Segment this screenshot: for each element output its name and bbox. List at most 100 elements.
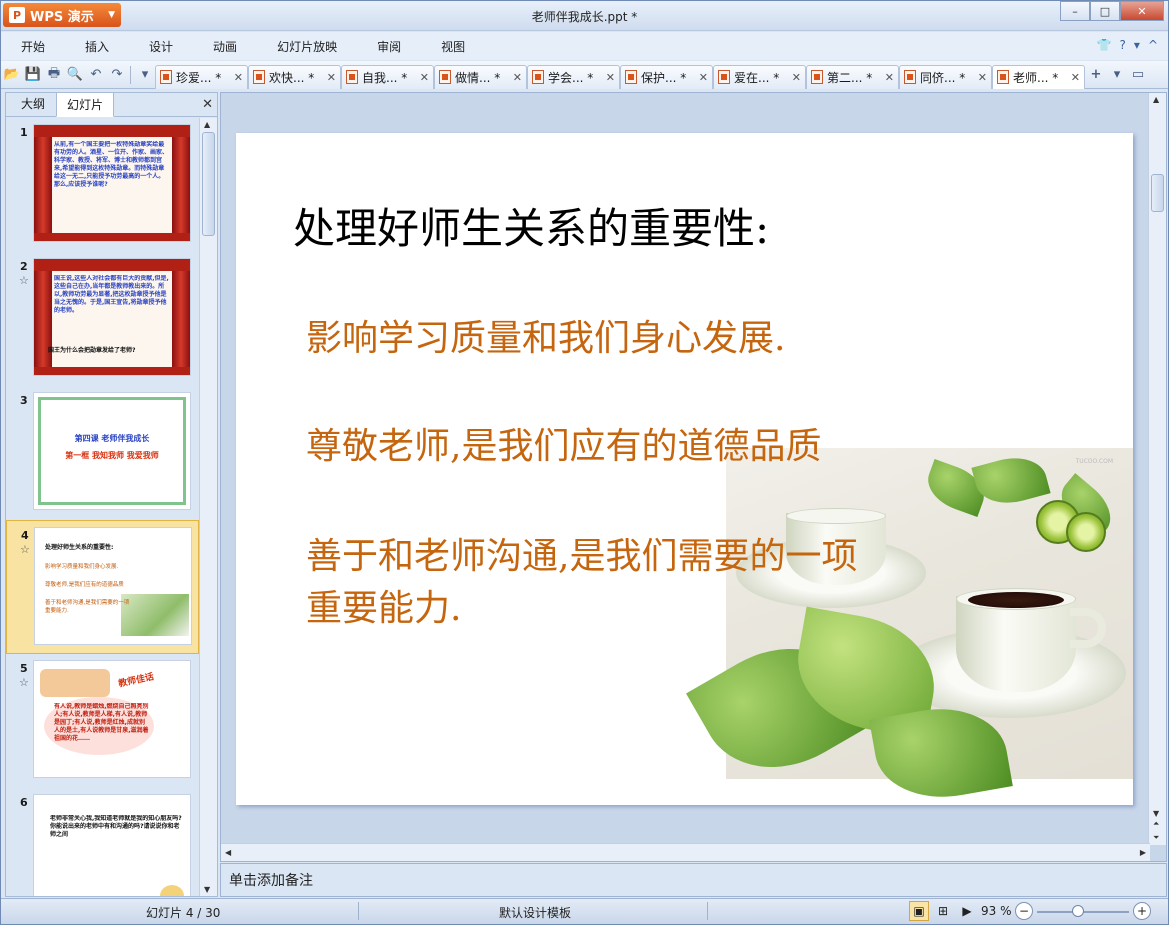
slide-sorter-view-icon[interactable]: ⊞ xyxy=(933,901,953,921)
zoom-in-button[interactable]: + xyxy=(1133,902,1151,920)
close-button[interactable]: ✕ xyxy=(1120,1,1164,21)
scroll-up-icon[interactable]: ▲ xyxy=(1153,95,1159,104)
scroll-down-icon[interactable]: ▼ xyxy=(204,885,210,894)
menu-animation[interactable]: 动画 xyxy=(193,38,257,55)
zoom-slider-knob[interactable] xyxy=(1072,905,1085,917)
notes-placeholder[interactable]: 单击添加备注 xyxy=(220,863,1167,897)
close-tab-icon[interactable]: ✕ xyxy=(699,71,708,84)
slide-bullet[interactable]: 重要能力. xyxy=(306,579,461,631)
print-icon[interactable]: 🖶 xyxy=(44,65,64,85)
open-icon[interactable]: 📂 xyxy=(2,65,22,85)
thumbnail-row[interactable]: 5 ☆ 教师佳话 有人说,教师是蜡烛,燃烧自己照亮别人;有人说,教师是人梯,有人… xyxy=(6,654,199,788)
close-tab-icon[interactable]: ✕ xyxy=(606,71,615,84)
menu-design[interactable]: 设计 xyxy=(129,38,193,55)
scroll-thumb[interactable] xyxy=(1151,174,1164,212)
close-tab-icon[interactable]: ✕ xyxy=(1071,71,1080,84)
maximize-button[interactable]: □ xyxy=(1090,1,1120,21)
normal-view-icon[interactable]: ▣ xyxy=(909,901,929,921)
close-tab-icon[interactable]: ✕ xyxy=(234,71,243,84)
slide-indicator: 幻灯片 4 / 30 xyxy=(146,906,221,920)
thumbnail-list: 1 从前,有一个国王要把一枚特殊勋章奖给最有功劳的人。酒星、一位开、作家、画家、… xyxy=(6,118,199,896)
tea-cups-photo[interactable]: TUCOO.COM xyxy=(686,448,1133,805)
doc-tab[interactable]: 第二... * ✕ xyxy=(806,64,899,89)
slide-horizontal-scrollbar[interactable]: ◀ ▶ xyxy=(221,843,1150,861)
thumbnail-row[interactable]: 1 从前,有一个国王要把一枚特殊勋章奖给最有功劳的人。酒星、一位开、作家、画家、… xyxy=(6,118,199,252)
minimize-button[interactable]: – xyxy=(1060,1,1090,21)
close-tab-icon[interactable]: ✕ xyxy=(420,71,429,84)
slide-bullet[interactable]: 影响学习质量和我们身心发展. xyxy=(306,309,785,361)
print-preview-icon[interactable]: 🔍 xyxy=(65,65,85,85)
previous-slide-icon[interactable]: ⏶ xyxy=(1153,819,1159,829)
window-list-icon[interactable]: ▭ xyxy=(1128,65,1148,85)
thumbnail-row-selected[interactable]: 4 ☆ 处理好师生关系的重要性: 影响学习质量和我们身心发展. 尊敬老师,是我们… xyxy=(6,520,199,654)
animation-star-icon: ☆ xyxy=(20,543,30,556)
doc-tab[interactable]: 保护... * ✕ xyxy=(620,64,713,89)
save-icon[interactable]: 💾 xyxy=(23,65,43,85)
thumbnail-title: 第四课 老师伴我成长 xyxy=(74,434,150,443)
design-template-label[interactable]: 默认设计模板 xyxy=(499,904,571,921)
scroll-down-icon[interactable]: ▼ xyxy=(1153,809,1159,818)
close-tab-icon[interactable]: ✕ xyxy=(513,71,522,84)
slides-pane: 大纲 幻灯片 ✕ 1 从前,有一个国王要把一枚特殊勋章奖给最有功劳的人。酒星、一… xyxy=(5,92,218,897)
menu-insert[interactable]: 插入 xyxy=(65,38,129,55)
next-slide-icon[interactable]: ⏷ xyxy=(1153,833,1159,843)
slide-bullet[interactable]: 尊敬老师,是我们应有的道德品质 xyxy=(306,417,821,469)
menu-start[interactable]: 开始 xyxy=(1,38,65,55)
thumbnail-row[interactable]: 2 ☆ 国王说,这些人对社会都有巨大的贡献,但是,这些自己在办,当年都是教师教出… xyxy=(6,252,199,386)
slide-vertical-scrollbar[interactable]: ▲ ▼ ⏶ ⏷ xyxy=(1148,93,1166,845)
curtain-decoration xyxy=(34,125,52,241)
shirt-icon[interactable]: 👕 xyxy=(1097,38,1112,52)
slideshow-view-icon[interactable]: ▶ xyxy=(957,901,977,921)
menu-slideshow[interactable]: 幻灯片放映 xyxy=(257,38,357,55)
doc-tab[interactable]: 做情... * ✕ xyxy=(434,64,527,89)
doc-tab-label: 老师... * xyxy=(1013,70,1059,85)
doc-tab[interactable]: 自我... * ✕ xyxy=(341,64,434,89)
slide-thumbnail[interactable]: 教师佳话 有人说,教师是蜡烛,燃烧自己照亮别人;有人说,教师是人梯,有人说,教师… xyxy=(33,660,191,778)
thumbnail-scrollbar[interactable]: ▲ ▼ xyxy=(199,118,217,896)
help-icon[interactable]: ? xyxy=(1120,38,1126,52)
thumbnail-row[interactable]: 3 第四课 老师伴我成长 第一框 我知我师 我爱我师 xyxy=(6,386,199,520)
slide-thumbnail[interactable]: 国王说,这些人对社会都有巨大的贡献,但是,这些自己在办,当年都是教师教出来的。所… xyxy=(33,258,191,376)
doc-tab[interactable]: 爱在... * ✕ xyxy=(713,64,806,89)
slide-bullet[interactable]: 善于和老师沟通,是我们需要的一项 xyxy=(306,527,857,579)
redo-icon[interactable]: ↷ xyxy=(107,65,127,85)
chevron-down-icon[interactable]: ▾ xyxy=(1107,65,1127,85)
tab-outline[interactable]: 大纲 xyxy=(10,91,56,116)
doc-tab[interactable]: 珍爱... * ✕ xyxy=(155,64,248,89)
zoom-level[interactable]: 93 % xyxy=(981,904,1012,918)
scroll-thumb[interactable] xyxy=(202,132,215,236)
doc-tab[interactable]: 学会... * ✕ xyxy=(527,64,620,89)
slide-title[interactable]: 处理好师生关系的重要性: xyxy=(293,195,769,256)
doc-tab[interactable]: 同侪... * ✕ xyxy=(899,64,992,89)
slide-thumbnail[interactable]: 老师非常关心我,我知道老师就是我的知心朋友吗?你能说出来的老师中有和沟通的吗?请… xyxy=(33,794,191,896)
menu-review[interactable]: 审阅 xyxy=(357,38,421,55)
slide-thumbnail[interactable]: 从前,有一个国王要把一枚特殊勋章奖给最有功劳的人。酒星、一位开、作家、画家、科学… xyxy=(33,124,191,242)
tab-slides[interactable]: 幻灯片 xyxy=(56,92,115,117)
close-tab-icon[interactable]: ✕ xyxy=(885,71,894,84)
close-tab-icon[interactable]: ✕ xyxy=(327,71,336,84)
scroll-up-icon[interactable]: ▲ xyxy=(204,120,210,129)
customize-icon[interactable]: ▾ xyxy=(135,65,155,85)
curtain-decoration xyxy=(172,259,190,375)
undo-icon[interactable]: ↶ xyxy=(86,65,106,85)
collapse-ribbon-icon[interactable]: ^ xyxy=(1148,38,1158,52)
menu-bar: 开始 插入 设计 动画 幻灯片放映 审阅 视图 👕 ? ▾ ^ xyxy=(1,32,1168,60)
toolbar-separator xyxy=(130,65,131,84)
scroll-right-icon[interactable]: ▶ xyxy=(1140,848,1146,857)
new-tab-icon[interactable]: + xyxy=(1086,65,1106,85)
menu-view[interactable]: 视图 xyxy=(421,38,485,55)
slide-number: 1 xyxy=(20,126,28,139)
doc-tab[interactable]: 欢快... * ✕ xyxy=(248,64,341,89)
scroll-left-icon[interactable]: ◀ xyxy=(225,848,231,857)
close-tab-icon[interactable]: ✕ xyxy=(978,71,987,84)
close-icon[interactable]: ✕ xyxy=(202,97,213,112)
slide-thumbnail[interactable]: 第四课 老师伴我成长 第一框 我知我师 我爱我师 xyxy=(33,392,191,510)
zoom-out-button[interactable]: − xyxy=(1015,902,1033,920)
doc-tab-active[interactable]: 老师... * ✕ xyxy=(992,64,1085,89)
thumbnail-row[interactable]: 6 老师非常关心我,我知道老师就是我的知心朋友吗?你能说出来的老师中有和沟通的吗… xyxy=(6,788,199,896)
close-tab-icon[interactable]: ✕ xyxy=(792,71,801,84)
current-slide[interactable]: 处理好师生关系的重要性: TUCOO.COM 影响学习质量和我们身心发展. 尊敬… xyxy=(236,133,1133,805)
animation-star-icon: ☆ xyxy=(19,676,29,689)
slide-thumbnail[interactable]: 处理好师生关系的重要性: 影响学习质量和我们身心发展. 尊敬老师,是我们应有的道… xyxy=(34,527,192,645)
chevron-down-icon[interactable]: ▾ xyxy=(1134,38,1140,52)
